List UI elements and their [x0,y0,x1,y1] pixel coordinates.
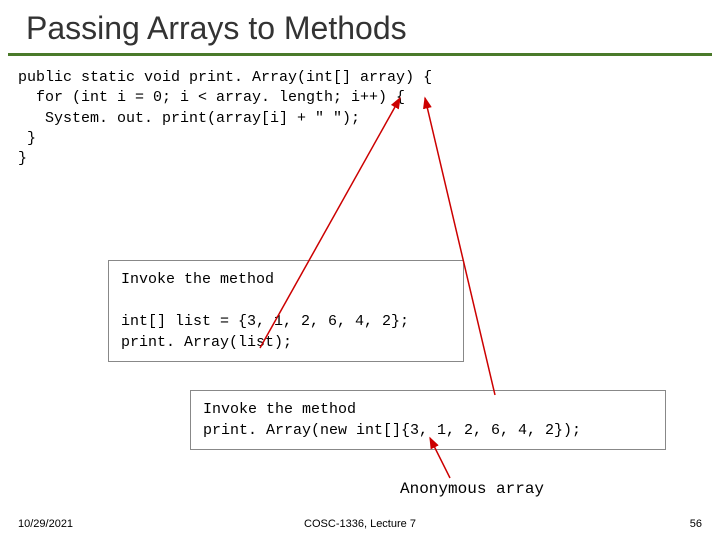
code-block-main: public static void print. Array(int[] ar… [18,68,720,169]
code-line: } [18,130,36,147]
code-line: System. out. print(array[i] + " "); [18,110,360,127]
annotation-text: Anonymous array [400,480,544,498]
code-line: public static void print. Array(int[] ar… [18,69,432,86]
footer-center: COSC-1336, Lecture 7 [0,518,720,530]
box-line: Invoke the method [121,271,274,288]
code-line: for (int i = 0; i < array. length; i++) … [18,89,405,106]
box-line: print. Array(new int[]{3, 1, 2, 6, 4, 2}… [203,422,581,439]
callout-box-1: Invoke the method int[] list = {3, 1, 2,… [108,260,464,362]
slide-title: Passing Arrays to Methods [8,0,712,56]
footer-page-number: 56 [690,518,702,530]
box-line: int[] list = {3, 1, 2, 6, 4, 2}; [121,313,409,330]
box-line: print. Array(list); [121,334,292,351]
callout-box-2: Invoke the method print. Array(new int[]… [190,390,666,450]
box-line: Invoke the method [203,401,356,418]
code-line: } [18,150,27,167]
